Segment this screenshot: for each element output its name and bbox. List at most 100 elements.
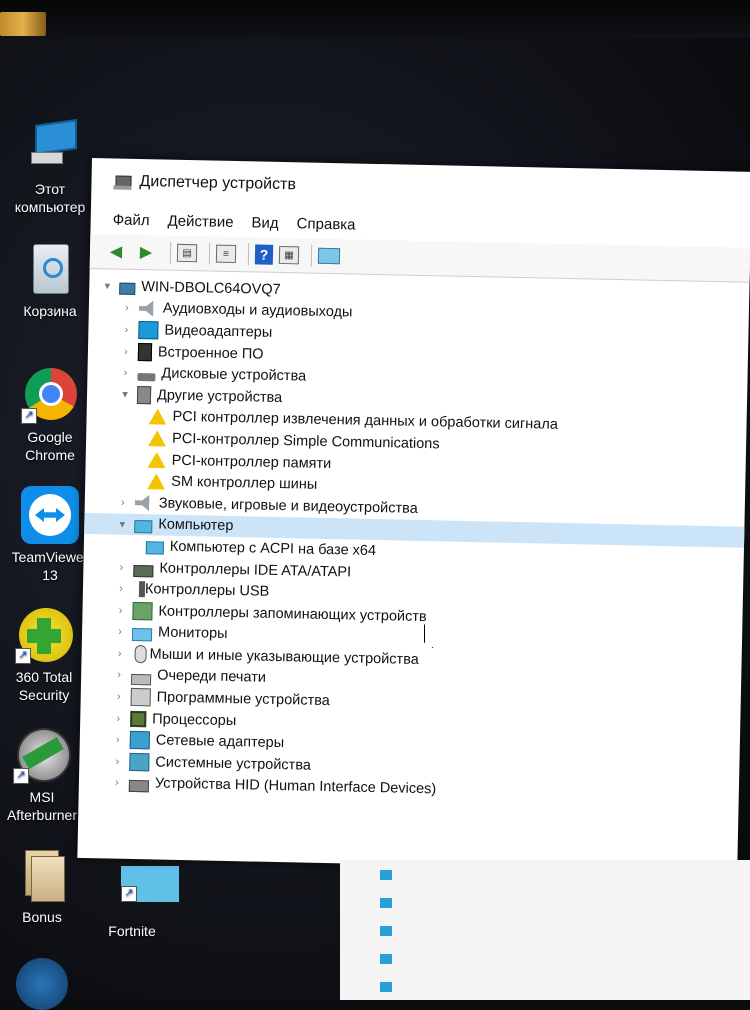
collapse-arrow-icon[interactable]: ▾ (117, 388, 133, 401)
desktop-icon-label: Этот компьютер (14, 181, 86, 215)
hid-icon (128, 780, 149, 793)
category-label: Программные устройства (156, 689, 330, 710)
help-icon[interactable]: ? (254, 244, 274, 265)
firmware-icon (137, 342, 153, 361)
expand-arrow-icon[interactable]: › (118, 345, 134, 357)
background-window (340, 860, 750, 1000)
category-label: Другие устройства (156, 387, 283, 406)
category-label: Мониторы (157, 624, 228, 643)
folder-icon (13, 846, 71, 904)
properties-icon[interactable]: ≡ (215, 244, 237, 264)
desktop-icon-label: Корзина (23, 303, 77, 319)
recycle-bin-icon (21, 240, 79, 298)
device-manager-window: Диспетчер устройств Файл Действие Вид Сп… (77, 158, 750, 872)
device-label: PCI-контроллер Simple Communications (171, 430, 440, 453)
corner-image (0, 12, 46, 36)
fortnite-icon: ↗ (103, 860, 179, 918)
sound-icon (135, 495, 153, 511)
device-label: Компьютер с ACPI на базе x64 (169, 538, 377, 559)
expand-arrow-icon[interactable]: › (109, 777, 125, 789)
expand-arrow-icon[interactable]: › (119, 302, 135, 314)
device-label: SM контроллер шины (171, 473, 318, 493)
audio-icon (139, 300, 157, 316)
print-queue-icon (130, 673, 152, 686)
collapse-arrow-icon[interactable]: ▾ (114, 517, 130, 530)
desktop-icon-label: Bonus (22, 909, 62, 925)
category-label: Встроенное ПО (157, 344, 264, 363)
360-security-icon: ↗ (15, 606, 73, 664)
desktop-icon-this-pc[interactable]: Этот компьютер (2, 118, 98, 216)
menu-file[interactable]: Файл (113, 211, 150, 229)
mouse-icon (134, 644, 147, 664)
cpu-icon (130, 710, 147, 727)
warning-icon (147, 473, 165, 489)
expand-arrow-icon[interactable]: › (117, 367, 133, 379)
computer-icon (134, 519, 153, 534)
scan-hardware-icon[interactable] (317, 247, 341, 265)
expand-arrow-icon[interactable]: › (109, 755, 125, 767)
desktop-icon-label: MSI Afterburner (6, 789, 78, 823)
device-tree: ▾ WIN-DBOLC64OVQ7 › Аудиовходы и аудиовы… (79, 269, 750, 807)
desktop-icon-label: Fortnite (108, 923, 156, 939)
device-label: PCI-контроллер памяти (171, 452, 332, 472)
desktop-icon-msi-afterburner[interactable]: ↗ MSI Afterburner (0, 726, 90, 824)
tree-root-label: WIN-DBOLC64OVQ7 (141, 278, 281, 298)
category-label: Устройства HID (Human Interface Devices) (154, 775, 437, 798)
monitor-bezel (0, 0, 750, 38)
menu-help[interactable]: Справка (296, 215, 355, 233)
expand-arrow-icon[interactable]: › (118, 324, 134, 336)
category-label: Мыши и иные указывающие устройства (149, 646, 419, 668)
expand-arrow-icon[interactable]: › (112, 604, 128, 616)
file-list-icons (380, 870, 392, 1000)
desktop-icon-recycle-bin[interactable]: Корзина (2, 240, 98, 320)
expand-arrow-icon[interactable]: › (110, 734, 126, 746)
expand-arrow-icon[interactable]: › (111, 669, 127, 681)
category-label: Аудиовходы и аудиовыходы (162, 300, 353, 321)
shortcut-arrow-icon: ↗ (21, 408, 37, 424)
expand-arrow-icon[interactable]: › (113, 561, 129, 573)
disk-icon (137, 373, 156, 382)
desktop-icon-bonus[interactable]: Bonus (0, 846, 90, 926)
desktop-icon-label: 360 Total Security (15, 669, 73, 703)
computer-icon (145, 541, 164, 556)
expand-arrow-icon[interactable]: › (115, 496, 131, 508)
device-manager-icon (113, 172, 132, 190)
steam-icon[interactable] (16, 958, 68, 1010)
this-pc-icon (21, 118, 79, 176)
desktop-icon-360-security[interactable]: ↗ 360 Total Security (0, 606, 92, 704)
warning-icon (148, 409, 166, 425)
toolbar-separator (247, 243, 250, 266)
storage-controller-icon (132, 601, 153, 621)
category-label: Системные устройства (155, 754, 312, 774)
toolbar-separator (310, 244, 313, 267)
category-label: Компьютер (158, 516, 234, 535)
category-label: Видеоадаптеры (164, 322, 273, 341)
teamviewer-icon (21, 486, 79, 544)
software-device-icon (130, 688, 151, 707)
category-label: Звуковые, игровые и видеоустройства (158, 495, 418, 517)
toolbar-separator (169, 241, 172, 264)
expand-arrow-icon[interactable]: › (113, 583, 129, 595)
desktop-icon-chrome[interactable]: ↗ Google Chrome (2, 366, 98, 464)
toolbar-separator (208, 242, 211, 265)
back-icon[interactable]: ◀ (104, 240, 128, 262)
video-adapter-icon (138, 320, 159, 340)
forward-icon[interactable]: ▶ (134, 241, 158, 263)
desktop-icon-fortnite[interactable]: ↗ Fortnite (84, 860, 180, 940)
shortcut-arrow-icon: ↗ (15, 648, 31, 664)
expand-arrow-icon[interactable]: › (110, 712, 126, 724)
window-title: Диспетчер устройств (139, 173, 297, 194)
expand-arrow-icon[interactable]: › (112, 647, 128, 660)
collapse-arrow-icon[interactable]: ▾ (99, 279, 115, 293)
warning-icon (148, 430, 166, 446)
network-adapter-icon (129, 731, 151, 750)
action-pane-icon[interactable]: ▦ (278, 245, 300, 265)
expand-arrow-icon[interactable]: › (111, 691, 127, 703)
menu-action[interactable]: Действие (167, 212, 233, 230)
category-label: Контроллеры запоминающих устройств (158, 603, 427, 625)
show-hide-tree-icon[interactable]: ▤ (176, 243, 198, 263)
msi-afterburner-icon: ↗ (13, 726, 71, 784)
expand-arrow-icon[interactable]: › (112, 626, 128, 638)
menu-view[interactable]: Вид (251, 214, 278, 232)
category-label: Процессоры (152, 711, 237, 729)
